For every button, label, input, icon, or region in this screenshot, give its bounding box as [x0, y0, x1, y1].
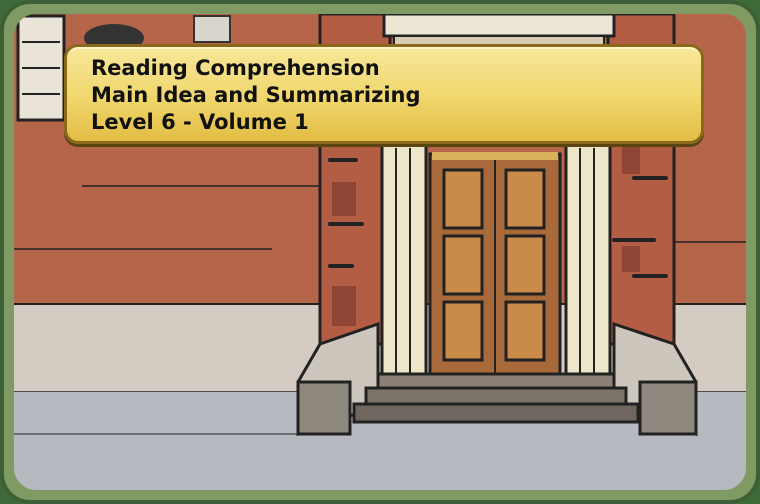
- step-3: [352, 402, 640, 424]
- step-1: [376, 372, 616, 390]
- step-2: [364, 386, 628, 406]
- game-stage: Reading Comprehension Main Idea and Summ…: [0, 0, 760, 504]
- title-banner: Reading Comprehension Main Idea and Summ…: [64, 44, 704, 144]
- title-line-subject: Reading Comprehension: [91, 56, 380, 80]
- title-line-level: Level 6 - Volume 1: [91, 110, 309, 134]
- right-column: [564, 142, 612, 378]
- title-line-skill: Main Idea and Summarizing: [91, 83, 421, 107]
- door-cornice: [382, 14, 616, 38]
- left-column: [380, 142, 428, 378]
